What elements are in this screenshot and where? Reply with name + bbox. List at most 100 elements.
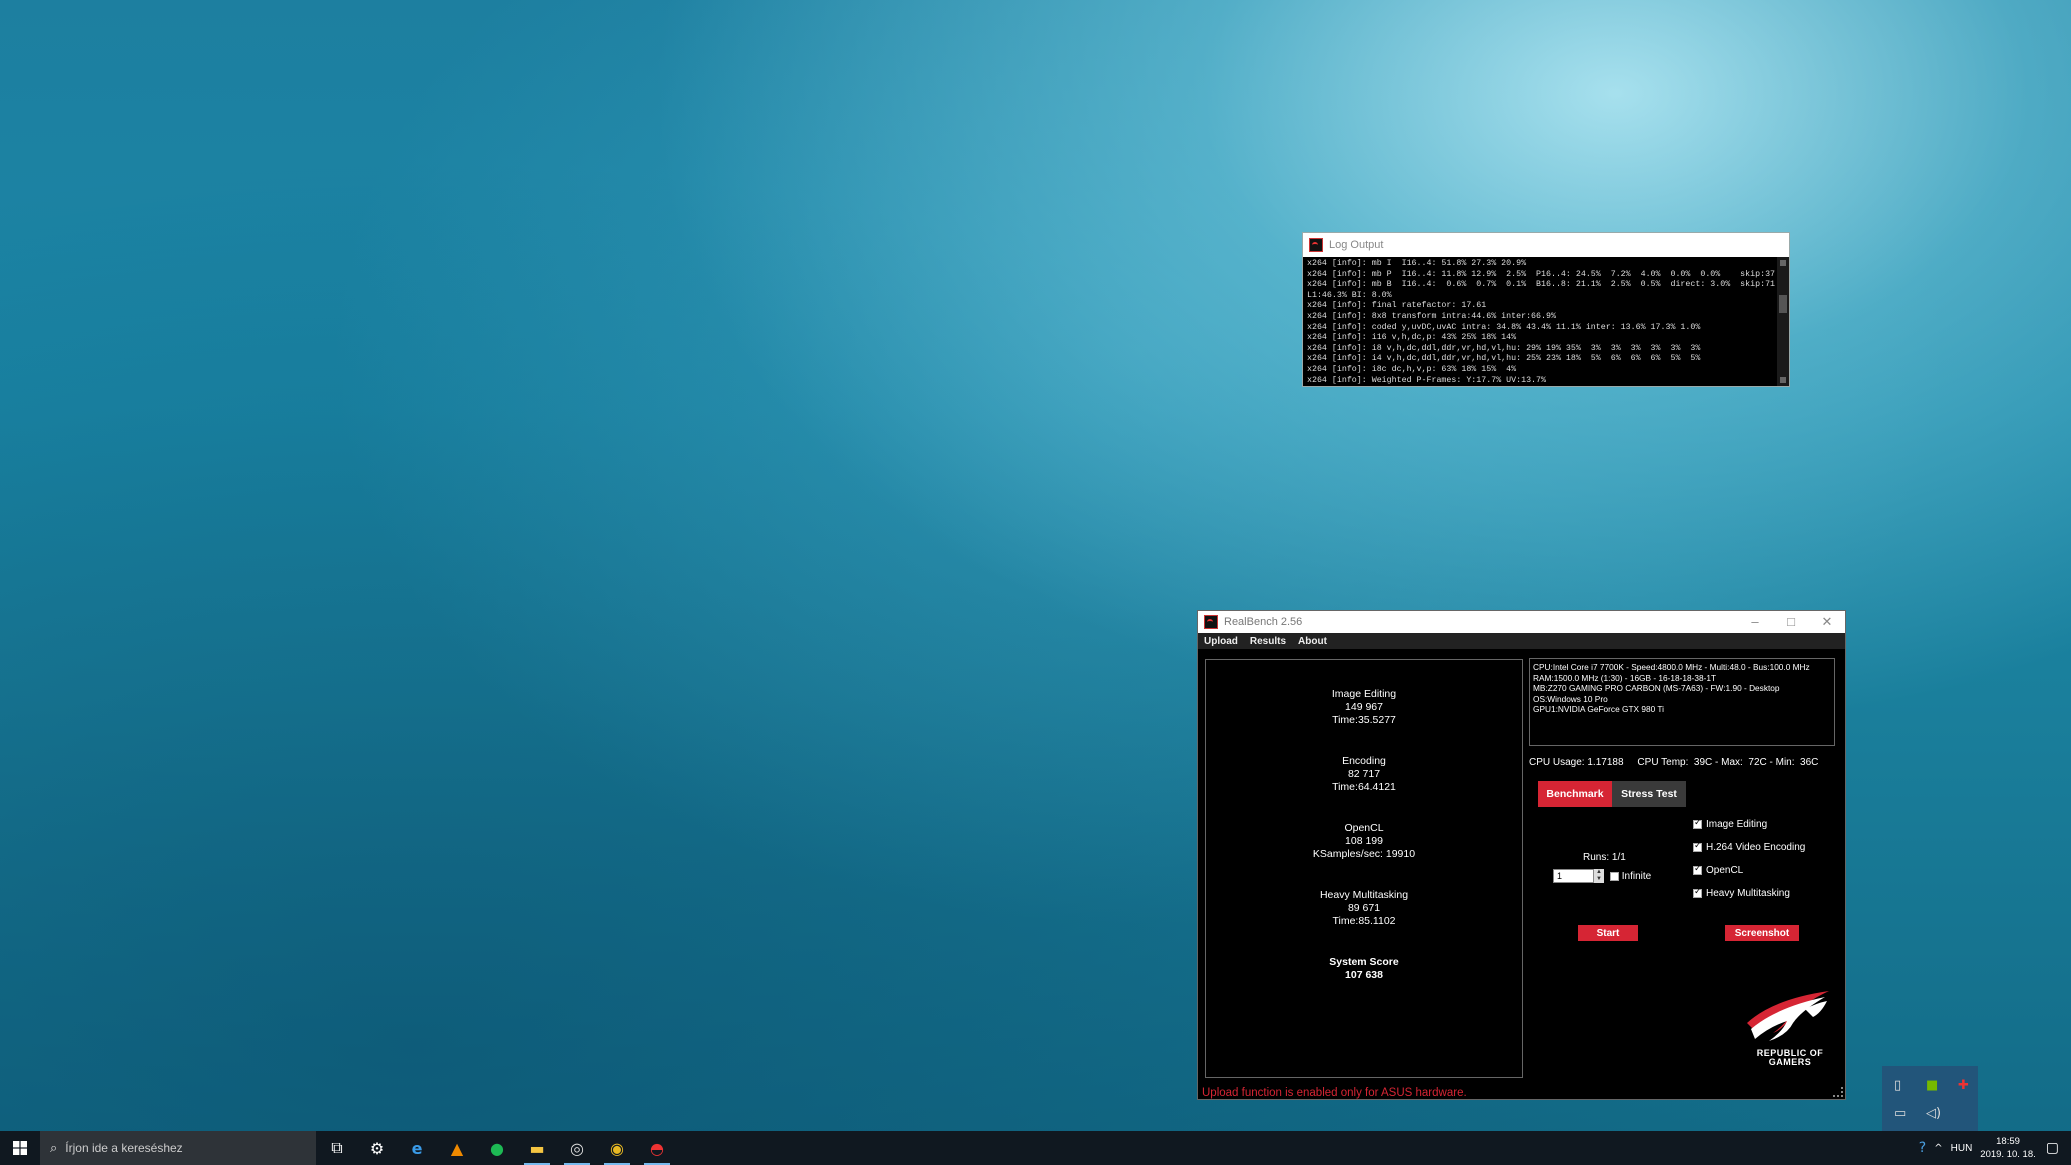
start-button[interactable]: Start	[1578, 925, 1638, 941]
realbench-app-icon	[1204, 615, 1218, 629]
result-score: 149 967	[1345, 701, 1383, 713]
log-line: x264 [info]: i4 v,h,dc,ddl,ddr,vr,hd,vl,…	[1307, 354, 1701, 364]
option-heavy-multitasking[interactable]: Heavy Multitasking	[1693, 887, 1790, 899]
system-score-label: System Score	[1329, 956, 1399, 968]
security-icon[interactable]: ✚	[1958, 1078, 1969, 1093]
edge-icon[interactable]: e	[398, 1131, 436, 1165]
scroll-down-arrow-icon[interactable]	[1780, 377, 1786, 383]
close-button[interactable]: ✕	[1809, 614, 1845, 630]
result-detail: Time:35.5277	[1332, 714, 1396, 726]
minimize-button[interactable]: –	[1737, 614, 1773, 630]
log-output-window[interactable]: Log Output x264 [info]: mb I I16..4: 51.…	[1302, 232, 1790, 387]
usb-icon[interactable]: ▯	[1894, 1078, 1901, 1093]
upload-note: Upload function is enabled only for ASUS…	[1202, 1087, 1467, 1099]
clock-date: 2019. 10. 18.	[1980, 1149, 2036, 1160]
cpu-usage: CPU Usage: 1.17188	[1529, 757, 1624, 768]
infinite-checkbox[interactable]	[1610, 871, 1619, 881]
chevron-up-icon[interactable]: ^	[1934, 1143, 1942, 1154]
heavy-multitasking-checkbox[interactable]	[1693, 887, 1702, 898]
log-line: x264 [info]: 8x8 transform intra:44.6% i…	[1307, 311, 1556, 321]
runs-label: Runs: 1/1	[1583, 852, 1626, 863]
result-name: Image Editing	[1331, 688, 1397, 700]
log-line: x264 [info]: mb P I16..4: 11.8% 12.9% 2.…	[1307, 269, 1777, 279]
file-explorer-icon[interactable]: ▬	[518, 1131, 556, 1165]
spotify-icon[interactable]: ●	[478, 1131, 516, 1165]
result-detail: KSamples/sec: 19910	[1312, 848, 1416, 860]
rog-text-line-2: GAMERS	[1768, 1057, 1812, 1067]
tab-benchmark[interactable]: Benchmark	[1538, 781, 1612, 807]
log-line: x264 [info]: mb I I16..4: 51.8% 27.3% 20…	[1307, 259, 1527, 268]
option-label: OpenCL	[1706, 865, 1744, 876]
cpu-temp: CPU Temp: 39C - Max: 72C - Min: 36C	[1637, 757, 1819, 768]
log-scrollbar[interactable]	[1777, 257, 1789, 386]
infinite-label: Infinite	[1621, 871, 1652, 882]
volume-icon[interactable]: ◁)	[1926, 1106, 1941, 1121]
log-line: x264 [info]: i8 v,h,dc,ddl,ddr,vr,hd,vl,…	[1307, 343, 1701, 353]
log-title: Log Output	[1329, 239, 1384, 251]
settings-icon[interactable]: ⚙	[358, 1131, 396, 1165]
result-encoding: Encoding 82 717 Time:64.4121	[1206, 755, 1522, 794]
scroll-thumb[interactable]	[1779, 295, 1787, 313]
result-score: 108 199	[1345, 835, 1383, 847]
system-tray: ? ^ HUN 18:59 2019. 10. 18. ▢	[1919, 1131, 2071, 1165]
result-detail: Time:64.4121	[1332, 781, 1396, 793]
log-line: x264 [info]: Weighted P-Frames: Y:17.7% …	[1307, 375, 1546, 385]
menu-results[interactable]: Results	[1250, 636, 1286, 647]
realbench-window[interactable]: RealBench 2.56 – □ ✕ Upload Results Abou…	[1197, 610, 1846, 1100]
image-editing-checkbox[interactable]	[1693, 818, 1702, 829]
notification-icon[interactable]: ▢	[2046, 1140, 2059, 1156]
language-indicator[interactable]: HUN	[1951, 1143, 1973, 1154]
tab-stress-test[interactable]: Stress Test	[1612, 781, 1686, 807]
system-score-value: 107 638	[1345, 969, 1383, 981]
opencl-checkbox[interactable]	[1693, 864, 1702, 875]
system-info-box: CPU:Intel Core i7 7700K - Speed:4800.0 M…	[1529, 658, 1835, 746]
realbench-app-icon	[1309, 238, 1323, 252]
log-line: L1:46.3% BI: 8.0%	[1307, 290, 1392, 300]
infinite-option[interactable]: Infinite	[1610, 871, 1651, 882]
menu-about[interactable]: About	[1298, 636, 1327, 647]
task-view-icon[interactable]: ⧉	[318, 1131, 356, 1165]
vlc-icon[interactable]: ▲	[438, 1131, 476, 1165]
log-line: x264 [info]: mb B I16..4: 0.6% 0.7% 0.1%…	[1307, 280, 1777, 290]
option-image-editing[interactable]: Image Editing	[1693, 818, 1767, 830]
option-label: H.264 Video Encoding	[1706, 842, 1806, 853]
realbench-icon[interactable]: ◓	[638, 1131, 676, 1165]
log-line: x264 [info]: i8c dc,h,v,p: 63% 18% 15% 4…	[1307, 364, 1517, 374]
realbench-titlebar[interactable]: RealBench 2.56 – □ ✕	[1198, 611, 1845, 633]
option-label: Heavy Multitasking	[1706, 888, 1790, 899]
start-button[interactable]	[0, 1131, 40, 1165]
network-icon[interactable]: ▭	[1894, 1106, 1906, 1121]
scroll-up-arrow-icon[interactable]	[1780, 260, 1786, 266]
runs-spinner[interactable]: ▲ ▼	[1593, 869, 1604, 883]
log-line: x264 [info]: coded y,uvDC,uvAC intra: 34…	[1307, 322, 1701, 332]
resize-grip-icon[interactable]	[1833, 1087, 1843, 1097]
log-line: x264 [info]: i16 v,h,dc,p: 43% 25% 18% 1…	[1307, 333, 1517, 343]
search-box[interactable]: ⌕ Írjon ide a kereséshez	[40, 1131, 316, 1165]
menubar: Upload Results About	[1198, 633, 1845, 649]
nvidia-icon[interactable]: ■	[1926, 1078, 1938, 1093]
windows-logo-icon	[13, 1141, 27, 1155]
rog-logo-text: REPUBLIC OF GAMERS	[1745, 1049, 1835, 1067]
log-line: x264 [info]: final ratefactor: 17.61	[1307, 301, 1487, 311]
option-opencl[interactable]: OpenCL	[1693, 864, 1744, 876]
log-text: x264 [info]: mb I I16..4: 51.8% 27.3% 20…	[1303, 257, 1777, 386]
results-panel: Image Editing 149 967 Time:35.5277 Encod…	[1205, 659, 1523, 1078]
result-heavy-multitasking: Heavy Multitasking 89 671 Time:85.1102	[1206, 889, 1522, 928]
clock[interactable]: 18:59 2019. 10. 18.	[1980, 1135, 2035, 1161]
screenshot-button[interactable]: Screenshot	[1725, 925, 1799, 941]
clock-time: 18:59	[1996, 1136, 2020, 1147]
maximize-button[interactable]: □	[1773, 614, 1809, 630]
tray-overflow-popup: ▯ ■ ✚ ▭ ◁)	[1882, 1066, 1978, 1132]
obs-icon[interactable]: ◎	[558, 1131, 596, 1165]
log-titlebar[interactable]: Log Output	[1303, 233, 1789, 257]
option-h264-encoding[interactable]: H.264 Video Encoding	[1693, 841, 1806, 853]
result-image-editing: Image Editing 149 967 Time:35.5277	[1206, 688, 1522, 727]
h264-checkbox[interactable]	[1693, 841, 1702, 852]
menu-upload[interactable]: Upload	[1204, 636, 1238, 647]
chrome-icon[interactable]: ◉	[598, 1131, 636, 1165]
result-name: Heavy Multitasking	[1319, 889, 1409, 901]
result-score: 82 717	[1347, 768, 1381, 780]
taskbar: ⌕ Írjon ide a kereséshez ⧉ ⚙ e ▲ ● ▬ ◎ ◉…	[0, 1131, 2071, 1165]
result-detail: Time:85.1102	[1332, 915, 1396, 927]
help-icon[interactable]: ?	[1919, 1140, 1926, 1156]
